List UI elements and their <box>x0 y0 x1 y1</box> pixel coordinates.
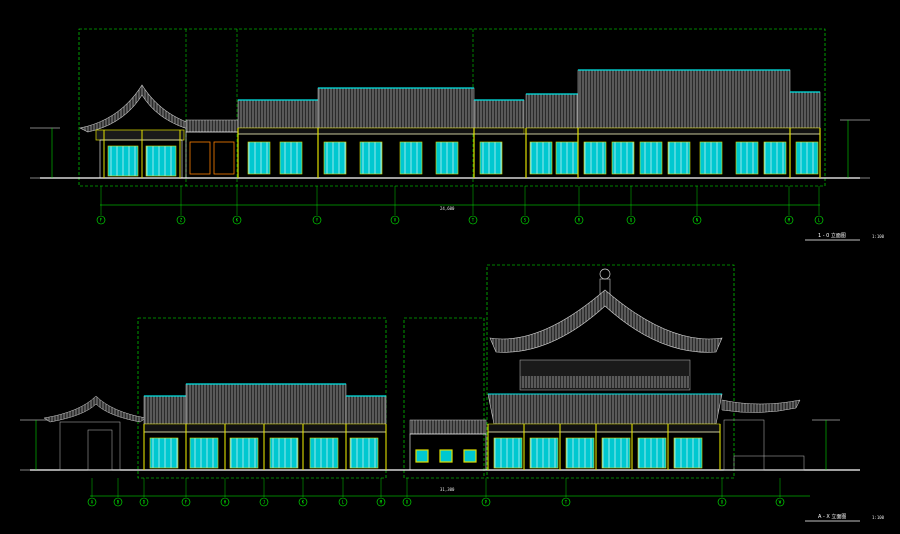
eave-band <box>789 127 821 135</box>
window <box>349 437 379 469</box>
axis-label: T <box>565 500 568 505</box>
bottom-axis-bubbles: ABDFHJKLMOPTUW <box>87 478 785 507</box>
window <box>323 141 347 175</box>
eave-band <box>143 423 387 433</box>
axis-label: J <box>263 500 265 505</box>
eave-band <box>577 127 791 135</box>
axis-label: S <box>524 218 527 223</box>
window <box>735 141 759 175</box>
bottom-link-building <box>409 419 487 471</box>
bottom-total-dimension: 31,300 <box>440 487 455 492</box>
axis-label: Z <box>180 218 183 223</box>
roof-block <box>143 395 187 425</box>
eave-band <box>525 127 579 135</box>
window <box>149 437 179 469</box>
window <box>565 437 595 469</box>
window <box>611 141 635 175</box>
window <box>247 141 271 175</box>
window <box>229 437 259 469</box>
window <box>399 141 423 175</box>
axis-label: M <box>380 500 383 505</box>
window <box>583 141 607 175</box>
top-level-marks-right <box>840 119 870 179</box>
roof-block <box>185 383 347 425</box>
axis-label: M <box>788 218 791 223</box>
top-total-dimension: 24,600 <box>440 206 455 211</box>
window <box>601 437 631 469</box>
window <box>637 437 667 469</box>
axis-label: O <box>406 500 409 505</box>
axis-label: K <box>236 218 239 223</box>
axis-label: U <box>721 500 724 505</box>
roof-block <box>345 395 387 425</box>
eave-band <box>317 127 475 135</box>
roof-block <box>789 91 821 129</box>
axis-label: L <box>342 500 345 505</box>
window <box>699 141 723 175</box>
top-drawing-scale: 1:100 <box>872 234 885 239</box>
roof-block <box>577 69 791 129</box>
axis-label: P <box>485 500 488 505</box>
eave-band <box>487 423 721 433</box>
window <box>529 437 559 469</box>
window <box>435 141 459 175</box>
bottom-drawing-scale: 1:100 <box>872 515 885 520</box>
window <box>673 437 703 469</box>
bottom-elevation: A B D F H J K L M O P T U W A - X 立面图 1:100 31,300 <box>20 264 885 522</box>
axis-label: H <box>224 500 227 505</box>
axis-label: F <box>185 500 188 505</box>
window <box>529 141 553 175</box>
axis-label: W <box>779 500 782 505</box>
eave-band <box>473 127 525 135</box>
top-drawing-title: 1 - 0 立面图 <box>818 232 846 239</box>
window <box>309 437 339 469</box>
roof-block <box>317 87 475 129</box>
axis-label: N <box>696 218 699 223</box>
axis-label: Y <box>316 218 319 223</box>
top-connector <box>185 119 239 179</box>
axis-label: F <box>100 218 103 223</box>
axis-label: A <box>91 500 94 505</box>
axis-label: K <box>302 500 305 505</box>
window <box>667 141 691 175</box>
window <box>639 141 663 175</box>
axis-label: V <box>394 218 397 223</box>
elevation-drawings: F Z K Y V T S R Q N M L 1 - 0 立面图 1:100 24,600 A B … <box>20 28 885 522</box>
top-elevation: F Z K Y V T S R Q N M L 1 - 0 立面图 1:100 24,600 <box>30 28 885 241</box>
window <box>359 141 383 175</box>
top-level-marks-left <box>30 127 60 179</box>
roof-block <box>237 99 319 129</box>
window <box>189 437 219 469</box>
top-window-row <box>247 141 819 175</box>
eave-band <box>237 127 319 135</box>
axis-label: T <box>472 218 475 223</box>
axis-label: R <box>578 218 581 223</box>
bottom-drawing-title: A - X 立面图 <box>818 513 846 520</box>
axis-label: B <box>117 500 120 505</box>
window <box>269 437 299 469</box>
window <box>795 141 819 175</box>
window <box>493 437 523 469</box>
axis-label: D <box>143 500 146 505</box>
window <box>279 141 303 175</box>
cad-drawing-canvas: F Z K Y V T S R Q N M L 1 - 0 立面图 1:100 24,600 A B … <box>0 0 900 534</box>
window <box>555 141 579 175</box>
axis-label: L <box>818 218 821 223</box>
roof-block <box>525 93 579 129</box>
bottom-left-pavilion <box>43 395 147 471</box>
window <box>479 141 503 175</box>
axis-label: Q <box>630 218 633 223</box>
window <box>763 141 787 175</box>
roof-block <box>473 99 525 129</box>
